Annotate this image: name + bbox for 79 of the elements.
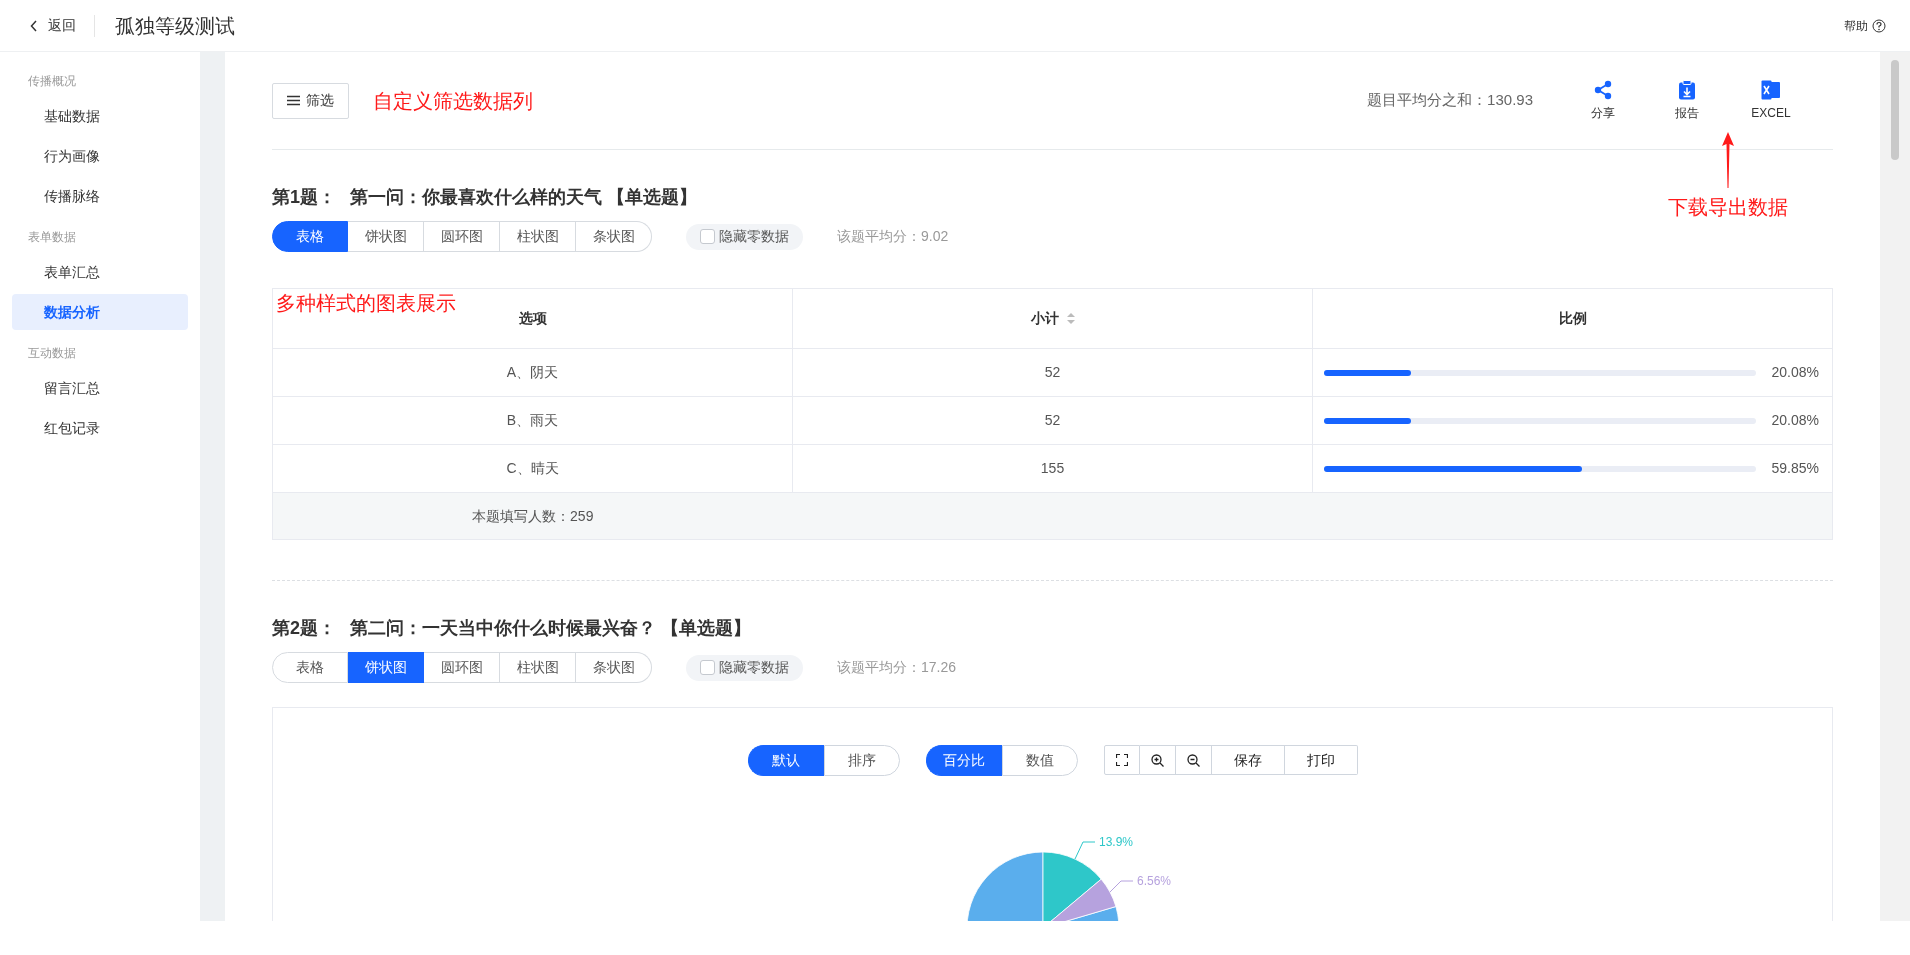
table-cell: 52 (792, 396, 1313, 445)
view-tab[interactable]: 饼状图 (348, 221, 424, 252)
sidebar-item[interactable]: 表单汇总 (12, 254, 188, 290)
tool-button[interactable]: 打印 (1284, 745, 1358, 775)
pie-label: 13.9% (1098, 835, 1133, 849)
leader-line (1074, 841, 1095, 860)
arrow-annotation (1721, 131, 1735, 188)
help-icon (1872, 18, 1886, 33)
annotation-text: 下载导出数据 (1668, 194, 1788, 220)
sidebar-item[interactable]: 传播脉络 (12, 178, 188, 214)
sidebar-group-title: 传播概况 (27, 73, 77, 90)
toolbar-action[interactable]: 分享 (1561, 79, 1645, 122)
table-cell: 52 (792, 348, 1313, 397)
question-title: 第一问：你最喜欢什么样的天气 【单选题】 (350, 186, 698, 209)
table-cell: C、晴天 (272, 444, 793, 493)
hide-zero-toggle[interactable]: 隐藏零数据 (686, 223, 803, 250)
clipboard-download-icon (1678, 79, 1696, 100)
tool-button[interactable] (1139, 745, 1176, 775)
chevron-left-icon (30, 19, 38, 32)
fullscreen-icon (1115, 754, 1128, 766)
spreadsheet-icon (1761, 79, 1781, 100)
toolbar-action[interactable]: EXCEL (1729, 79, 1813, 122)
scrollbar[interactable] (1880, 52, 1910, 921)
zoom-in-icon (1150, 753, 1164, 767)
help-link[interactable]: 帮助 (1844, 16, 1886, 35)
view-tab[interactable]: 表格 (272, 652, 348, 683)
scrollbar-thumb[interactable] (1891, 60, 1899, 160)
question-average: 该题平均分：17.26 (837, 658, 957, 677)
toolbar-action[interactable]: 报告 (1645, 79, 1729, 122)
view-tab[interactable]: 圆环图 (424, 652, 500, 683)
percent-text: 59.85% (1771, 459, 1819, 478)
footer-cell: 本题填写人数：259 (272, 492, 793, 540)
checkbox[interactable] (700, 229, 715, 244)
question-title: 第二问：一天当中你什么时候最兴奋？ 【单选题】 (350, 617, 752, 640)
sidebar-group-title: 表单数据 (27, 229, 77, 246)
zoom-out-icon (1186, 753, 1200, 767)
back-button[interactable]: 返回 (30, 14, 95, 37)
sidebar-item[interactable]: 数据分析 (12, 294, 188, 330)
table-cell: A、阴天 (272, 348, 793, 397)
pie-label: 6.56% (1136, 874, 1171, 888)
view-tab[interactable]: 条状图 (576, 652, 652, 683)
view-tab[interactable]: 表格 (272, 221, 348, 252)
sort-icon[interactable] (1066, 313, 1075, 324)
sidebar-item[interactable]: 基础数据 (12, 98, 188, 134)
sidebar-item[interactable]: 留言汇总 (12, 370, 188, 406)
question-average: 该题平均分：9.02 (837, 227, 949, 246)
sidebar-item[interactable]: 行为画像 (12, 138, 188, 174)
annotation-text: 自定义筛选数据列 (373, 88, 533, 114)
sidebar-item[interactable]: 红包记录 (12, 410, 188, 446)
tool-button[interactable] (1175, 745, 1212, 775)
table-cell: B、雨天 (272, 396, 793, 445)
tool-button[interactable]: 保存 (1211, 745, 1285, 775)
annotation-text: 多种样式的图表展示 (276, 291, 456, 316)
share-icon (1594, 79, 1612, 100)
view-tab[interactable]: 柱状图 (500, 652, 576, 683)
filter-button[interactable]: 筛选 (272, 82, 349, 119)
toggle-button[interactable]: 数值 (1001, 745, 1078, 776)
toggle-button[interactable]: 排序 (823, 745, 900, 776)
toggle-button[interactable]: 百分比 (925, 745, 1002, 776)
sidebar-group-title: 互动数据 (27, 345, 77, 362)
percent-text: 20.08% (1771, 363, 1819, 382)
toggle-button[interactable]: 默认 (747, 745, 824, 776)
view-tab[interactable]: 柱状图 (500, 221, 576, 252)
total-average: 题目平均分之和：130.93 (1367, 90, 1533, 111)
view-tab[interactable]: 饼状图 (348, 652, 424, 683)
menu-icon (287, 95, 300, 106)
leader-line (1109, 880, 1133, 893)
column-header: 比例 (1312, 288, 1833, 349)
checkbox[interactable] (700, 660, 715, 675)
tool-button[interactable] (1103, 745, 1140, 775)
view-tab[interactable]: 条状图 (576, 221, 652, 252)
page-title: 孤独等级测试 (115, 13, 235, 39)
question-number: 第2题： (272, 617, 336, 640)
table-cell: 155 (792, 444, 1313, 493)
column-header[interactable]: 小计 (1030, 308, 1059, 329)
hide-zero-toggle[interactable]: 隐藏零数据 (686, 654, 803, 681)
percent-text: 20.08% (1771, 411, 1819, 430)
view-tab[interactable]: 圆环图 (424, 221, 500, 252)
question-number: 第1题： (272, 186, 336, 209)
